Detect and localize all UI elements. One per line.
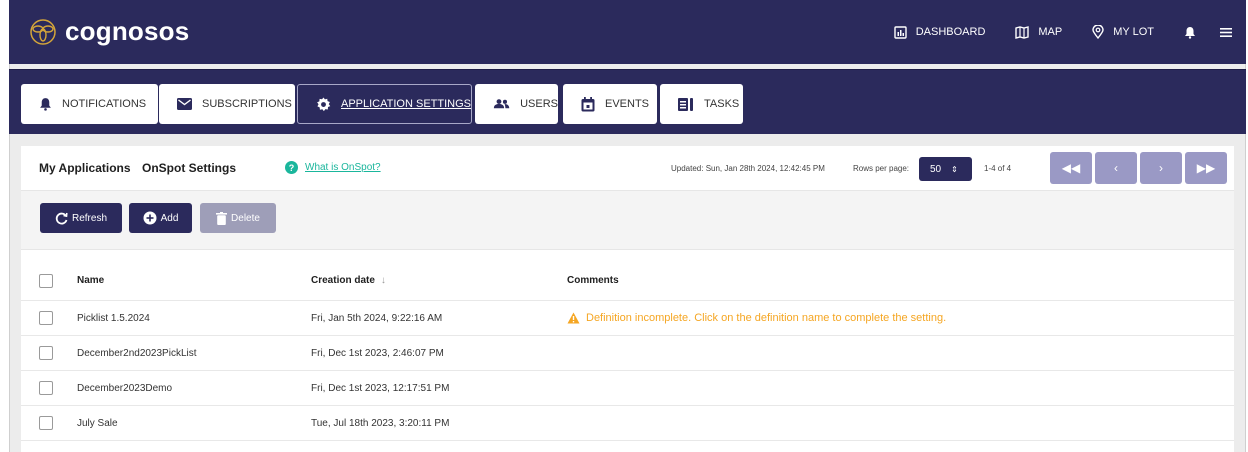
select-chevron-icon: ⇕: [951, 164, 958, 174]
tab-application-settings[interactable]: APPLICATION SETTINGS: [297, 84, 472, 124]
settings-tab-bar: NOTIFICATIONS SUBSCRIPTIONS APPLICATION …: [9, 69, 1246, 134]
column-header-creation-date[interactable]: Creation date ↓: [311, 261, 386, 300]
row-checkbox[interactable]: [39, 416, 53, 430]
rows-per-page-value: 50: [930, 163, 942, 175]
nav-my-lot-label: MY LOT: [1113, 26, 1154, 38]
first-page-button[interactable]: ◀◀: [1050, 152, 1092, 184]
row-comment: Definition incomplete. Click on the defi…: [567, 301, 946, 335]
map-icon: [1015, 25, 1030, 39]
tab-users[interactable]: USERS: [475, 84, 558, 124]
envelope-icon: [177, 98, 192, 110]
bee-logo-icon: [30, 18, 56, 45]
tab-users-label: USERS: [520, 98, 558, 110]
tab-onspot-settings[interactable]: OnSpot Settings: [142, 161, 236, 175]
row-comment-text: Definition incomplete. Click on the defi…: [586, 312, 947, 324]
action-toolbar: Refresh Add Delete: [21, 191, 1234, 250]
row-name[interactable]: July Sale: [77, 406, 118, 440]
refresh-label: Refresh: [71, 212, 107, 224]
menu-icon: [1220, 27, 1232, 37]
pagination-range: 1-4 of 4: [984, 164, 1012, 173]
tab-subscriptions[interactable]: SUBSCRIPTIONS: [159, 84, 295, 124]
row-name[interactable]: December2nd2023PickList: [77, 336, 197, 370]
bell-icon: [1185, 26, 1195, 39]
trash-icon: [216, 211, 228, 225]
rows-per-page-label: Rows per page:: [853, 164, 910, 173]
brand-logo[interactable]: cognosos: [29, 16, 189, 47]
rows-per-page-select[interactable]: 50 ⇕: [919, 157, 972, 181]
next-page-button[interactable]: ›: [1140, 152, 1182, 184]
previous-page-button[interactable]: ‹: [1095, 152, 1137, 184]
row-checkbox[interactable]: [39, 311, 53, 325]
last-page-button[interactable]: ▶▶: [1185, 152, 1227, 184]
notifications-bell-button[interactable]: [1184, 26, 1196, 39]
nav-map[interactable]: MAP: [1015, 25, 1063, 39]
settings-panel: My Applications OnSpot Settings ? What i…: [21, 146, 1234, 452]
tab-tasks-label: TASKS: [704, 98, 740, 110]
add-label: Add: [160, 212, 179, 224]
tab-my-applications[interactable]: My Applications: [39, 161, 131, 175]
delete-label: Delete: [231, 212, 260, 224]
tab-application-settings-label: APPLICATION SETTINGS: [341, 98, 471, 110]
creation-date-label: Creation date: [311, 275, 375, 286]
refresh-button[interactable]: Refresh: [40, 203, 122, 233]
table-row[interactable]: December2023Demo Fri, Dec 1st 2023, 12:1…: [21, 371, 1234, 406]
table-row[interactable]: July Sale Tue, Jul 18th 2023, 3:20:11 PM: [21, 406, 1234, 441]
top-nav-menu: DASHBOARD MAP MY LOT: [894, 0, 1246, 64]
hamburger-menu-button[interactable]: [1220, 27, 1232, 38]
help-link-label: What is OnSpot?: [305, 162, 381, 173]
add-button[interactable]: Add: [129, 203, 192, 233]
nav-my-lot[interactable]: MY LOT: [1092, 25, 1154, 39]
column-header-name[interactable]: Name: [77, 261, 104, 300]
tab-tasks[interactable]: TASKS: [660, 84, 743, 124]
row-creation-date: Tue, Jul 18th 2023, 3:20:11 PM: [311, 417, 450, 429]
tab-notifications-label: NOTIFICATIONS: [62, 98, 147, 110]
applications-table: Name Creation date ↓ Comments Picklist 1…: [21, 261, 1234, 441]
row-creation-date: Fri, Jan 5th 2024, 9:22:16 AM: [311, 312, 443, 324]
delete-button[interactable]: Delete: [200, 203, 276, 233]
tasks-icon: [678, 97, 693, 111]
bell-icon: [40, 98, 51, 111]
row-name[interactable]: Picklist 1.5.2024: [77, 301, 150, 335]
nav-dashboard-label: DASHBOARD: [915, 26, 986, 38]
table-row[interactable]: Picklist 1.5.2024 Fri, Jan 5th 2024, 9:2…: [21, 301, 1234, 336]
row-creation-date: Fri, Dec 1st 2023, 12:17:51 PM: [311, 382, 450, 394]
tab-notifications[interactable]: NOTIFICATIONS: [21, 84, 158, 124]
tab-subscriptions-label: SUBSCRIPTIONS: [202, 98, 292, 110]
nav-map-label: MAP: [1038, 26, 1063, 38]
panel-header: My Applications OnSpot Settings ? What i…: [21, 146, 1234, 191]
dashboard-icon: [894, 25, 907, 39]
help-circle-icon: ?: [285, 161, 298, 174]
what-is-onspot-link[interactable]: ? What is OnSpot?: [285, 161, 381, 174]
column-header-comments: Comments: [567, 275, 619, 286]
add-circle-icon: [143, 211, 157, 225]
nav-dashboard[interactable]: DASHBOARD: [894, 25, 986, 39]
top-navigation-bar: cognosos DASHBOARD MAP MY LOT: [9, 0, 1246, 64]
users-icon: [493, 99, 510, 109]
row-creation-date: Fri, Dec 1st 2023, 2:46:07 PM: [311, 347, 444, 359]
row-name[interactable]: December2023Demo: [77, 371, 172, 405]
tab-events-label: EVENTS: [605, 98, 650, 110]
sort-descending-icon: ↓: [380, 275, 386, 286]
table-header-row: Name Creation date ↓ Comments: [21, 261, 1234, 301]
tab-events[interactable]: EVENTS: [563, 84, 657, 124]
brand-name: cognosos: [65, 16, 190, 46]
gear-icon: [317, 96, 331, 111]
row-checkbox[interactable]: [39, 381, 53, 395]
last-updated-text: Updated: Sun, Jan 28th 2024, 12:42:45 PM: [671, 164, 825, 173]
refresh-icon: [55, 212, 68, 224]
row-checkbox[interactable]: [39, 346, 53, 360]
select-all-checkbox[interactable]: [39, 273, 53, 288]
location-pin-icon: [1092, 25, 1104, 39]
table-row[interactable]: December2nd2023PickList Fri, Dec 1st 202…: [21, 336, 1234, 371]
warning-icon: [567, 312, 580, 324]
calendar-icon: [581, 96, 595, 111]
